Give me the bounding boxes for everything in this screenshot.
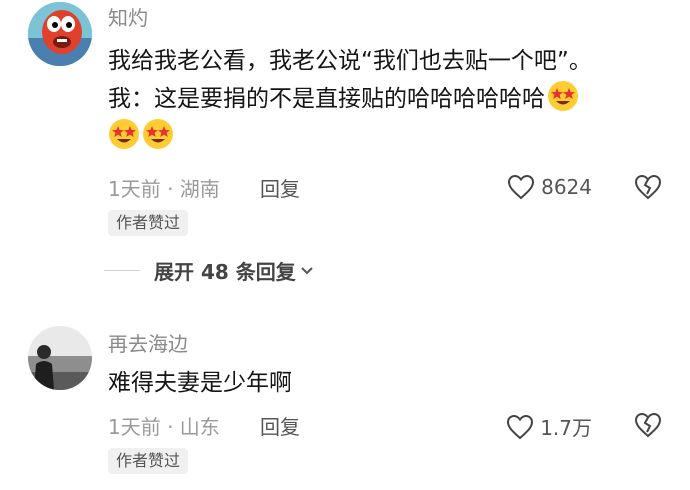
expand-replies-button[interactable]: 展开 48 条回复 (104, 256, 314, 285)
comment-username[interactable]: 知灼 (108, 6, 148, 30)
reply-button[interactable]: 回复 (260, 176, 300, 202)
dislike-button[interactable] (634, 412, 662, 442)
heart-outline-icon (508, 174, 535, 200)
author-liked-badge: 作者赞过 (108, 210, 189, 236)
comment-time-location: 1天前 · 湖南 (108, 177, 220, 201)
comment-text-line: 难得夫妻是少年啊 (108, 370, 292, 396)
comment-item: 知灼 我给我老公看，我老公说“我们也去贴一个吧”。 我：这是要捐的不是直接贴的哈… (0, 0, 690, 290)
emoji-row (108, 118, 668, 156)
comment-text-line: 我：这是要捐的不是直接贴的哈哈哈哈哈哈 (108, 80, 668, 118)
comment-time-location: 1天前 · 山东 (108, 415, 220, 439)
dislike-button[interactable] (634, 174, 662, 204)
star-struck-emoji-icon (143, 119, 173, 149)
reply-button[interactable]: 回复 (260, 414, 300, 440)
star-struck-emoji-icon (109, 119, 139, 149)
cartoon-avatar-icon (28, 2, 92, 66)
comment-username[interactable]: 再去海边 (108, 332, 188, 356)
like-count: 1.7万 (540, 416, 592, 440)
comment-text-line: 我给我老公看，我老公说“我们也去贴一个吧”。 (108, 48, 592, 74)
divider (104, 270, 140, 271)
broken-heart-icon (634, 174, 662, 200)
heart-outline-icon (507, 414, 534, 439)
comment-body: 难得夫妻是少年啊 (108, 364, 668, 402)
avatar[interactable] (28, 2, 92, 66)
comment-item: 再去海边 难得夫妻是少年啊 1天前 · 山东 回复 1.7万 作者赞过 (0, 320, 690, 490)
expand-replies-label: 展开 48 条回复 (154, 260, 296, 284)
like-button[interactable]: 8624 (507, 174, 592, 200)
star-struck-emoji-icon (548, 81, 578, 111)
author-liked-badge: 作者赞过 (108, 448, 189, 474)
like-button[interactable]: 1.7万 (506, 412, 592, 441)
comment-body: 我给我老公看，我老公说“我们也去贴一个吧”。 我：这是要捐的不是直接贴的哈哈哈哈… (108, 42, 668, 156)
comment-text-segment: 我：这是要捐的不是直接贴的哈哈哈哈哈哈 (108, 86, 545, 112)
chevron-down-icon (301, 266, 313, 274)
avatar[interactable] (28, 326, 92, 390)
like-count: 8624 (541, 175, 592, 199)
seaside-avatar-icon (28, 326, 92, 390)
broken-heart-icon (634, 412, 662, 438)
